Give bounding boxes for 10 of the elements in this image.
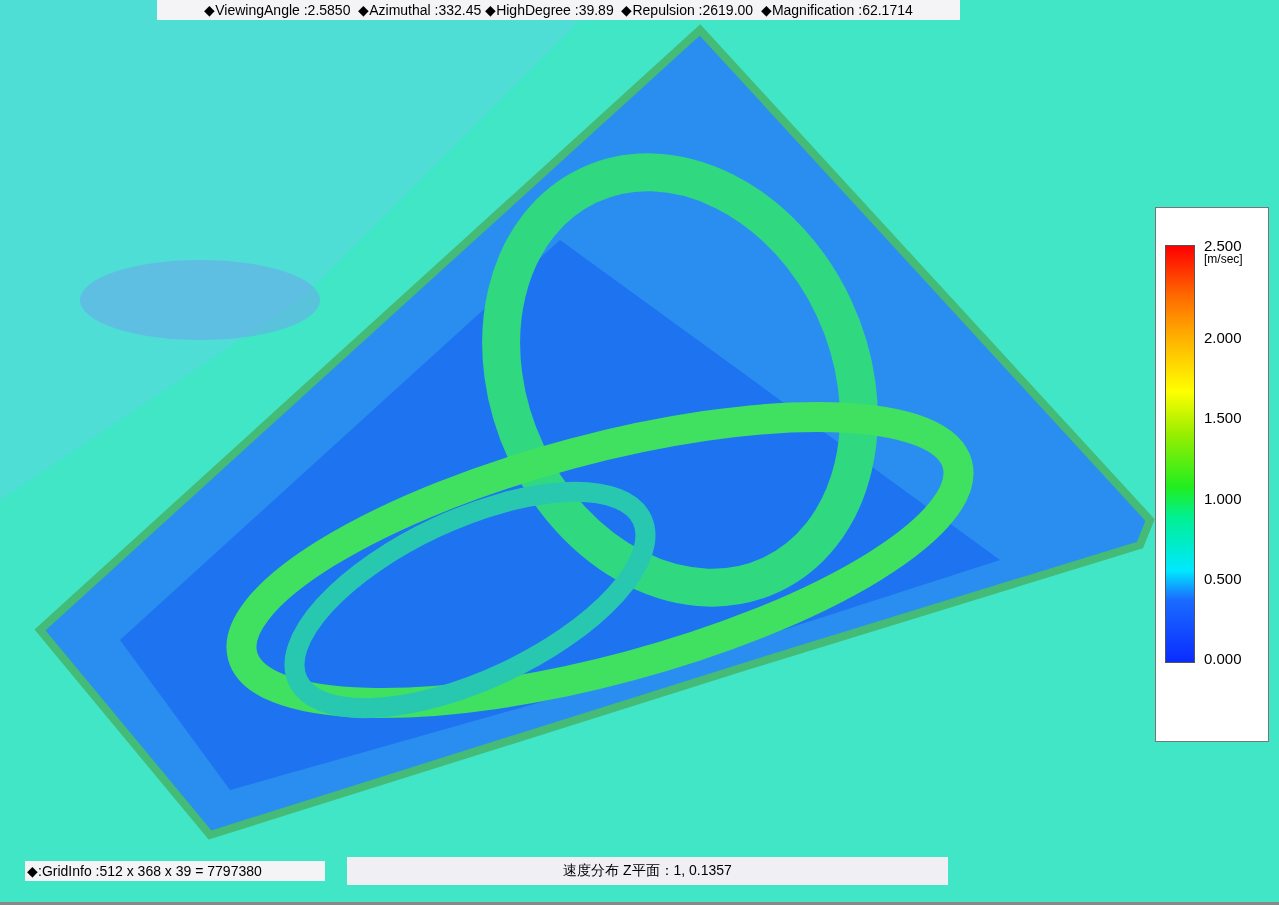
grid-info: ◆:GridInfo :512 x 368 x 39 = 7797380 [25, 861, 325, 881]
legend-unit: [m/sec] [1204, 252, 1243, 266]
legend-tick: 2.000 [1204, 329, 1243, 347]
legend-tick: 1.500 [1204, 409, 1243, 427]
legend-tick: 0.000 [1204, 649, 1243, 667]
view-parameters: ◆ViewingAngle :2.5850 ◆Azimuthal :332.45 ◆HighDegree :39.89 ◆Repulsion :2619.00 ◆Magnification :62.1714 [157, 0, 960, 20]
plot-title: 速度分布 Z平面：1, 0.1357 [347, 857, 948, 885]
legend-tick: 1.000 [1204, 489, 1243, 507]
legend-tick: 0.500 [1204, 569, 1243, 587]
legend-tick: 2.500 [1204, 237, 1243, 254]
